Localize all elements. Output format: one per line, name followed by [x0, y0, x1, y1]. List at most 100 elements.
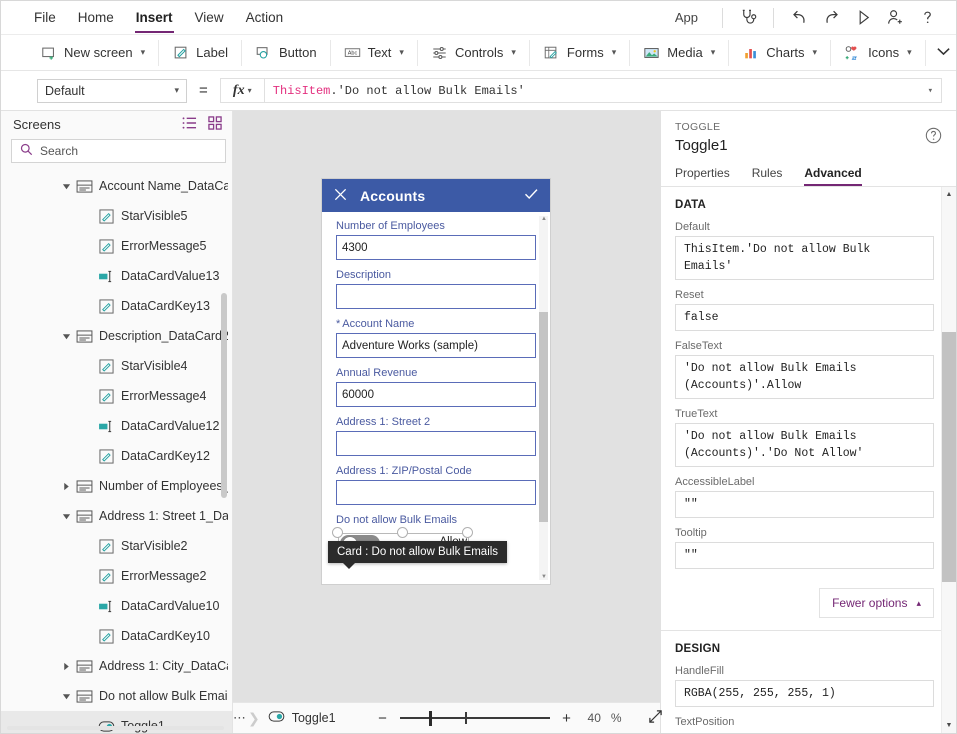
- tree-item[interactable]: Description_DataCard2: [1, 321, 232, 351]
- tree-item[interactable]: DataCardKey10: [1, 621, 232, 651]
- checkmark-icon[interactable]: [523, 186, 539, 205]
- menu-item-insert[interactable]: Insert: [125, 4, 184, 33]
- edit-form-control[interactable]: Accounts Number of Employees 4300 Descript…: [322, 179, 550, 584]
- tree-item[interactable]: ErrorMessage4: [1, 381, 232, 411]
- search-input[interactable]: Search: [11, 139, 226, 163]
- twisty-expanded-icon[interactable]: [57, 512, 75, 521]
- help-icon[interactable]: [912, 4, 942, 32]
- formula-input[interactable]: ThisItem .'Do not allow Bulk Emails' ▾: [263, 78, 942, 103]
- fx-button[interactable]: fx ▾: [219, 78, 264, 103]
- close-icon[interactable]: [333, 187, 348, 205]
- zoom-out-button[interactable]: −: [376, 710, 390, 727]
- property-value-input[interactable]: "": [675, 491, 934, 518]
- ellipsis-icon[interactable]: ⋯: [233, 710, 248, 726]
- tree-item[interactable]: ErrorMessage5: [1, 231, 232, 261]
- play-icon[interactable]: [848, 4, 878, 32]
- tree-item[interactable]: Address 1: Street 1_DataCar: [1, 501, 232, 531]
- scroll-down-arrow[interactable]: ▼: [942, 718, 956, 733]
- property-value-input[interactable]: RGBA(255, 255, 255, 1): [675, 680, 934, 707]
- resize-handle-tl[interactable]: [332, 527, 343, 538]
- tree-view-icon[interactable]: [182, 116, 197, 133]
- property-value-input[interactable]: 'Do not allow Bulk Emails (Accounts)'.Al…: [675, 355, 934, 399]
- resize-handle-tr[interactable]: [462, 527, 473, 538]
- twisty-expanded-icon[interactable]: [57, 182, 75, 191]
- tree-item[interactable]: Do not allow Bulk Emails_Da: [1, 681, 232, 711]
- redo-icon[interactable]: [816, 4, 846, 32]
- properties-scroll-area[interactable]: DATA Default ThisItem.'Do not allow Bulk E…: [661, 187, 956, 733]
- app-scope-label[interactable]: App: [669, 10, 712, 25]
- ribbon-charts[interactable]: Charts ▾: [729, 39, 832, 66]
- help-circle-icon[interactable]: [925, 127, 942, 147]
- menu-item-file[interactable]: File: [23, 4, 67, 31]
- tree-item[interactable]: ErrorMessage2: [1, 561, 232, 591]
- tree-item[interactable]: Number of Employees_Data: [1, 471, 232, 501]
- form-field-group: Number of Employees 4300: [322, 220, 550, 260]
- form-field-input[interactable]: [336, 480, 536, 505]
- menu-item-view[interactable]: View: [184, 4, 235, 31]
- form-field-group: Address 1: Street 2: [322, 416, 550, 456]
- ribbon-new-screen[interactable]: New screen ▾: [27, 39, 160, 66]
- tree-scrollbar[interactable]: [221, 293, 227, 498]
- property-field: FalseText 'Do not allow Bulk Emails (Acco…: [675, 340, 934, 399]
- menu-item-action[interactable]: Action: [235, 4, 295, 31]
- tab-properties[interactable]: Properties: [675, 166, 730, 186]
- menu-item-home[interactable]: Home: [67, 4, 125, 31]
- chevron-down-icon: ▾: [140, 47, 146, 57]
- scroll-down-arrow[interactable]: ▼: [541, 574, 547, 580]
- screens-tree[interactable]: Account Name_DataCard2 StarVisible5 ErrorM…: [1, 163, 232, 733]
- twisty-collapsed-icon[interactable]: [57, 662, 75, 671]
- twisty-expanded-icon[interactable]: [57, 332, 75, 341]
- ribbon-controls[interactable]: Controls ▾: [418, 39, 530, 66]
- fewer-options-button[interactable]: Fewer options ▴: [819, 588, 934, 618]
- properties-section-title: DESIGN: [675, 643, 721, 655]
- form-scrollbar-thumb[interactable]: [539, 312, 548, 522]
- tree-item[interactable]: DataCardValue12: [1, 411, 232, 441]
- form-field-input[interactable]: 4300: [336, 235, 536, 260]
- property-value-input[interactable]: ThisItem.'Do not allow Bulk Emails': [675, 236, 934, 280]
- tree-item[interactable]: DataCardKey12: [1, 441, 232, 471]
- property-select[interactable]: Default ▾: [37, 78, 187, 103]
- tree-item[interactable]: StarVisible4: [1, 351, 232, 381]
- property-value-input[interactable]: 'Do not allow Bulk Emails (Accounts)'.'D…: [675, 423, 934, 467]
- ribbon-more-button[interactable]: [932, 40, 956, 66]
- ribbon-forms[interactable]: Forms ▾: [530, 39, 631, 66]
- form-field-input[interactable]: Adventure Works (sample): [336, 333, 536, 358]
- tree-item[interactable]: Address 1: City_DataCard2: [1, 651, 232, 681]
- tab-rules[interactable]: Rules: [752, 166, 783, 186]
- scroll-up-arrow[interactable]: ▲: [541, 216, 547, 222]
- form-field-input[interactable]: [336, 284, 536, 309]
- tree-item[interactable]: DataCardValue13: [1, 261, 232, 291]
- scroll-up-arrow[interactable]: ▲: [942, 187, 956, 202]
- zoom-slider[interactable]: [399, 710, 550, 726]
- chevron-down-icon[interactable]: ▾: [928, 86, 933, 96]
- ribbon-text[interactable]: Abc Text ▾: [331, 39, 418, 66]
- zoom-slider-thumb[interactable]: [428, 710, 432, 726]
- ribbon-icons[interactable]: Icons ▾: [831, 39, 926, 66]
- tree-horizontal-scrollbar[interactable]: [7, 726, 224, 730]
- form-field-input[interactable]: [336, 431, 536, 456]
- tab-advanced[interactable]: Advanced: [804, 166, 863, 186]
- grid-view-icon[interactable]: [208, 115, 222, 133]
- tree-item[interactable]: StarVisible5: [1, 201, 232, 231]
- properties-scrollbar-thumb[interactable]: [942, 332, 956, 582]
- share-user-icon[interactable]: [880, 4, 910, 32]
- tree-item[interactable]: DataCardKey13: [1, 291, 232, 321]
- undo-icon[interactable]: [784, 4, 814, 32]
- ribbon-label[interactable]: Label: [159, 39, 242, 66]
- selected-control-breadcrumb[interactable]: Toggle1: [268, 711, 336, 725]
- tree-item[interactable]: Account Name_DataCard2: [1, 171, 232, 201]
- stethoscope-icon[interactable]: [733, 4, 763, 32]
- twisty-expanded-icon[interactable]: [57, 692, 75, 701]
- form-field-input[interactable]: 60000: [336, 382, 536, 407]
- property-value-input[interactable]: "": [675, 542, 934, 569]
- ribbon-media[interactable]: Media ▾: [630, 39, 730, 66]
- tree-item[interactable]: DataCardValue10: [1, 591, 232, 621]
- twisty-collapsed-icon[interactable]: [57, 482, 75, 491]
- ribbon-button[interactable]: Button: [242, 39, 331, 66]
- resize-handle-tm[interactable]: [397, 527, 408, 538]
- property-value-input[interactable]: false: [675, 304, 934, 331]
- zoom-in-button[interactable]: +: [560, 710, 574, 727]
- tree-item[interactable]: StarVisible2: [1, 531, 232, 561]
- expand-diagonal-icon[interactable]: [648, 709, 663, 727]
- insert-ribbon: New screen ▾ Label Button Abc Text ▾ Con…: [1, 35, 956, 71]
